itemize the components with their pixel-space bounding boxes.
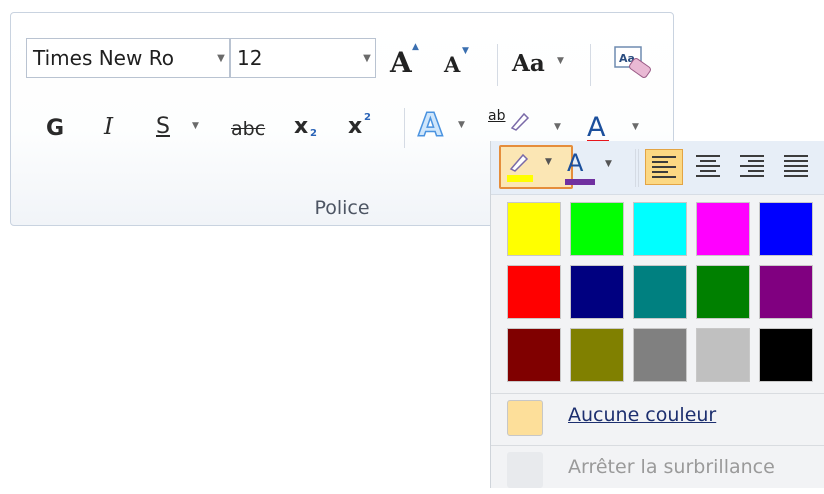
color-swatch[interactable] (759, 265, 813, 319)
color-swatch[interactable] (570, 328, 624, 382)
superscript-label: x (348, 114, 363, 139)
mini-font-color-bar (565, 179, 595, 185)
chevron-down-icon[interactable]: ▼ (192, 121, 199, 131)
highlight-color-bar (507, 175, 533, 182)
font-color-label: A (587, 112, 606, 143)
font-name-value[interactable]: Times New Ro (27, 46, 213, 70)
color-swatch[interactable] (633, 265, 687, 319)
highlight-label: ab (488, 108, 506, 124)
no-color-label: Aucune couleur (568, 404, 717, 426)
subscript-sub: 2 (310, 128, 317, 139)
shrink-font-button[interactable]: A ▼ (444, 46, 476, 82)
shrink-font-glyph: A (444, 52, 461, 77)
clear-formatting-button[interactable]: Aa (612, 44, 656, 84)
chevron-down-icon[interactable]: ▼ (359, 53, 375, 64)
separator (497, 44, 498, 86)
subscript-label: x (294, 114, 309, 139)
stop-highlight-label: Arrêter la surbrillance (568, 456, 775, 478)
separator (404, 108, 405, 148)
subscript-button[interactable]: x 2 (294, 114, 324, 144)
align-center-icon (696, 155, 720, 177)
highlight-color-dropdown: ▼ A ▼ Aucune couleur Arrêter la surbrill… (490, 141, 824, 488)
underline-button[interactable]: S (156, 114, 170, 139)
color-swatch[interactable] (570, 202, 624, 256)
pen-icon (509, 153, 529, 172)
mini-font-color-label: A (567, 149, 584, 177)
dropdown-toolbar: ▼ A ▼ (491, 141, 824, 195)
align-right-button[interactable] (733, 149, 771, 185)
up-arrow-icon: ▲ (412, 42, 419, 52)
bold-button[interactable]: G (46, 116, 64, 141)
stop-highlight-swatch (507, 452, 543, 488)
align-center-button[interactable] (689, 149, 727, 185)
change-case-label: Aa (512, 50, 545, 77)
grow-font-glyph: A (390, 46, 412, 79)
clear-formatting-icon: Aa (614, 46, 651, 78)
chevron-down-icon[interactable]: ▼ (605, 159, 612, 169)
color-swatch[interactable] (633, 328, 687, 382)
superscript-sup: 2 (364, 112, 371, 123)
strikethrough-button[interactable]: abc (231, 118, 265, 140)
color-swatch[interactable] (633, 202, 687, 256)
text-effects-button[interactable]: A ▼ (417, 105, 474, 146)
text-effects-label: A (417, 105, 443, 145)
align-left-button[interactable] (645, 149, 683, 185)
chevron-down-icon[interactable]: ▼ (213, 53, 229, 64)
down-arrow-icon: ▼ (462, 46, 469, 56)
no-color-item[interactable]: Aucune couleur (491, 394, 824, 442)
change-case-button[interactable]: Aa ▼ (512, 50, 572, 82)
color-grid (491, 194, 824, 390)
chevron-down-icon[interactable]: ▼ (632, 122, 639, 132)
chevron-down-icon[interactable]: ▼ (458, 120, 465, 130)
font-name-combo[interactable]: Times New Ro ▼ (26, 38, 230, 78)
align-right-icon (740, 155, 764, 177)
italic-button[interactable]: I (104, 114, 113, 140)
align-left-icon (652, 156, 676, 178)
color-swatch[interactable] (507, 328, 561, 382)
chevron-down-icon[interactable]: ▼ (557, 56, 564, 66)
chevron-down-icon[interactable]: ▼ (545, 157, 552, 167)
color-swatch[interactable] (696, 265, 750, 319)
justify-button[interactable] (777, 149, 815, 185)
color-swatch[interactable] (759, 202, 813, 256)
font-size-value[interactable]: 12 (231, 46, 359, 70)
color-swatch[interactable] (507, 265, 561, 319)
color-swatch[interactable] (759, 328, 813, 382)
pen-icon (510, 112, 530, 131)
superscript-button[interactable]: x 2 (348, 112, 378, 144)
color-swatch[interactable] (507, 202, 561, 256)
separator (590, 44, 591, 86)
color-swatch[interactable] (696, 202, 750, 256)
grow-font-button[interactable]: A ▲ (388, 42, 422, 80)
font-size-combo[interactable]: 12 ▼ (230, 38, 376, 78)
mini-font-color-button[interactable]: A ▼ (561, 149, 621, 187)
color-swatch[interactable] (570, 265, 624, 319)
separator (635, 149, 636, 187)
chevron-down-icon[interactable]: ▼ (554, 122, 561, 132)
separator (638, 149, 639, 187)
justify-icon (784, 155, 808, 177)
highlight-button[interactable]: ab (488, 108, 538, 144)
no-color-swatch (507, 400, 543, 436)
color-swatch[interactable] (696, 328, 750, 382)
stop-highlight-item[interactable]: Arrêter la surbrillance (491, 446, 824, 494)
